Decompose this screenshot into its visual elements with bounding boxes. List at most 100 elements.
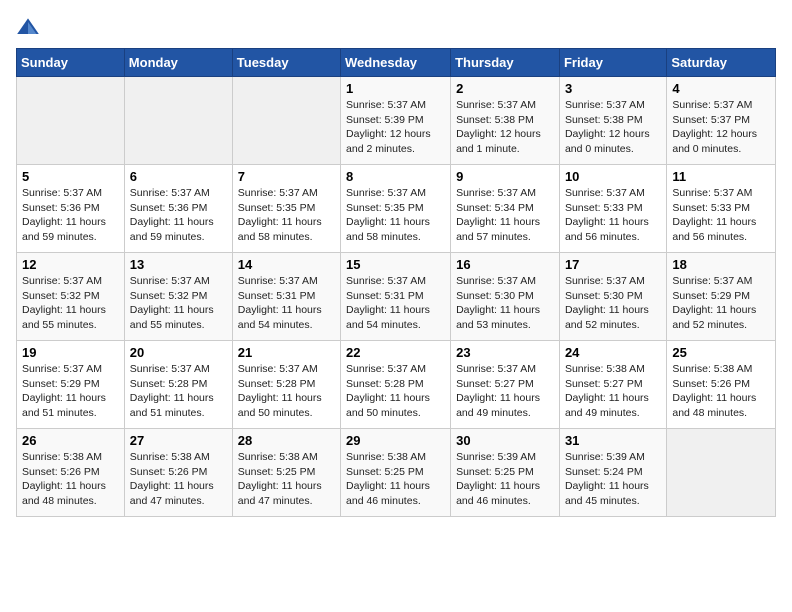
calendar-cell: 13 Sunrise: 5:37 AM Sunset: 5:32 PM Dayli… xyxy=(124,253,232,341)
day-number: 5 xyxy=(22,169,119,184)
day-info: Sunrise: 5:37 AM Sunset: 5:30 PM Dayligh… xyxy=(456,274,554,333)
day-number: 26 xyxy=(22,433,119,448)
day-number: 13 xyxy=(130,257,227,272)
calendar-cell: 14 Sunrise: 5:37 AM Sunset: 5:31 PM Dayli… xyxy=(232,253,340,341)
day-number: 31 xyxy=(565,433,661,448)
day-number: 21 xyxy=(238,345,335,360)
day-info: Sunrise: 5:37 AM Sunset: 5:28 PM Dayligh… xyxy=(130,362,227,421)
calendar-cell: 5 Sunrise: 5:37 AM Sunset: 5:36 PM Daylig… xyxy=(17,165,125,253)
page-header xyxy=(16,16,776,40)
calendar-cell: 19Sunrise: 5:37 AM Sunset: 5:29 PM Dayli… xyxy=(17,341,125,429)
calendar-cell: 4 Sunrise: 5:37 AM Sunset: 5:37 PM Daylig… xyxy=(667,77,776,165)
week-row-3: 12 Sunrise: 5:37 AM Sunset: 5:32 PM Dayli… xyxy=(17,253,776,341)
day-number: 9 xyxy=(456,169,554,184)
calendar-cell: 8 Sunrise: 5:37 AM Sunset: 5:35 PM Daylig… xyxy=(341,165,451,253)
day-number: 3 xyxy=(565,81,661,96)
day-number: 6 xyxy=(130,169,227,184)
day-header-monday: Monday xyxy=(124,49,232,77)
day-info: Sunrise: 5:38 AM Sunset: 5:26 PM Dayligh… xyxy=(130,450,227,509)
week-row-4: 19Sunrise: 5:37 AM Sunset: 5:29 PM Dayli… xyxy=(17,341,776,429)
calendar-cell: 29 Sunrise: 5:38 AM Sunset: 5:25 PM Dayli… xyxy=(341,429,451,517)
calendar-cell: 20 Sunrise: 5:37 AM Sunset: 5:28 PM Dayli… xyxy=(124,341,232,429)
calendar-cell: 25 Sunrise: 5:38 AM Sunset: 5:26 PM Dayli… xyxy=(667,341,776,429)
day-info: Sunrise: 5:37 AM Sunset: 5:32 PM Dayligh… xyxy=(22,274,119,333)
calendar-cell: 23 Sunrise: 5:37 AM Sunset: 5:27 PM Dayli… xyxy=(451,341,560,429)
day-info: Sunrise: 5:37 AM Sunset: 5:31 PM Dayligh… xyxy=(238,274,335,333)
day-number: 7 xyxy=(238,169,335,184)
day-info: Sunrise: 5:37 AM Sunset: 5:28 PM Dayligh… xyxy=(238,362,335,421)
day-info: Sunrise: 5:37 AM Sunset: 5:29 PM Dayligh… xyxy=(672,274,770,333)
calendar-cell: 15 Sunrise: 5:37 AM Sunset: 5:31 PM Dayli… xyxy=(341,253,451,341)
day-number: 1 xyxy=(346,81,445,96)
day-info: Sunrise: 5:37 AM Sunset: 5:38 PM Dayligh… xyxy=(456,98,554,157)
calendar-cell: 22 Sunrise: 5:37 AM Sunset: 5:28 PM Dayli… xyxy=(341,341,451,429)
day-info: Sunrise: 5:37 AM Sunset: 5:35 PM Dayligh… xyxy=(346,186,445,245)
day-info: Sunrise: 5:39 AM Sunset: 5:24 PM Dayligh… xyxy=(565,450,661,509)
day-header-thursday: Thursday xyxy=(451,49,560,77)
day-info: Sunrise: 5:37 AM Sunset: 5:36 PM Dayligh… xyxy=(22,186,119,245)
day-info: Sunrise: 5:38 AM Sunset: 5:25 PM Dayligh… xyxy=(346,450,445,509)
day-info: Sunrise: 5:37 AM Sunset: 5:39 PM Dayligh… xyxy=(346,98,445,157)
day-header-wednesday: Wednesday xyxy=(341,49,451,77)
day-number: 15 xyxy=(346,257,445,272)
day-info: Sunrise: 5:39 AM Sunset: 5:25 PM Dayligh… xyxy=(456,450,554,509)
day-number: 22 xyxy=(346,345,445,360)
calendar-cell: 10Sunrise: 5:37 AM Sunset: 5:33 PM Dayli… xyxy=(559,165,666,253)
calendar-cell xyxy=(124,77,232,165)
day-number: 12 xyxy=(22,257,119,272)
day-number: 23 xyxy=(456,345,554,360)
day-info: Sunrise: 5:37 AM Sunset: 5:29 PM Dayligh… xyxy=(22,362,119,421)
day-info: Sunrise: 5:37 AM Sunset: 5:31 PM Dayligh… xyxy=(346,274,445,333)
day-number: 14 xyxy=(238,257,335,272)
day-number: 11 xyxy=(672,169,770,184)
calendar-cell: 16 Sunrise: 5:37 AM Sunset: 5:30 PM Dayli… xyxy=(451,253,560,341)
day-number: 25 xyxy=(672,345,770,360)
calendar-cell: 18 Sunrise: 5:37 AM Sunset: 5:29 PM Dayli… xyxy=(667,253,776,341)
day-info: Sunrise: 5:37 AM Sunset: 5:35 PM Dayligh… xyxy=(238,186,335,245)
calendar-cell: 6Sunrise: 5:37 AM Sunset: 5:36 PM Daylig… xyxy=(124,165,232,253)
calendar-cell: 7 Sunrise: 5:37 AM Sunset: 5:35 PM Daylig… xyxy=(232,165,340,253)
day-header-sunday: Sunday xyxy=(17,49,125,77)
day-info: Sunrise: 5:37 AM Sunset: 5:34 PM Dayligh… xyxy=(456,186,554,245)
day-header-saturday: Saturday xyxy=(667,49,776,77)
day-number: 20 xyxy=(130,345,227,360)
day-number: 4 xyxy=(672,81,770,96)
day-number: 2 xyxy=(456,81,554,96)
calendar-cell: 27 Sunrise: 5:38 AM Sunset: 5:26 PM Dayli… xyxy=(124,429,232,517)
calendar-cell xyxy=(17,77,125,165)
day-number: 24 xyxy=(565,345,661,360)
day-info: Sunrise: 5:37 AM Sunset: 5:32 PM Dayligh… xyxy=(130,274,227,333)
day-header-friday: Friday xyxy=(559,49,666,77)
day-number: 8 xyxy=(346,169,445,184)
calendar-cell: 21 Sunrise: 5:37 AM Sunset: 5:28 PM Dayli… xyxy=(232,341,340,429)
week-row-1: 1 Sunrise: 5:37 AM Sunset: 5:39 PM Daylig… xyxy=(17,77,776,165)
day-info: Sunrise: 5:38 AM Sunset: 5:26 PM Dayligh… xyxy=(22,450,119,509)
day-number: 27 xyxy=(130,433,227,448)
calendar-cell: 28Sunrise: 5:38 AM Sunset: 5:25 PM Dayli… xyxy=(232,429,340,517)
week-row-5: 26 Sunrise: 5:38 AM Sunset: 5:26 PM Dayli… xyxy=(17,429,776,517)
logo-icon xyxy=(16,16,40,40)
calendar-cell: 2 Sunrise: 5:37 AM Sunset: 5:38 PM Daylig… xyxy=(451,77,560,165)
day-info: Sunrise: 5:37 AM Sunset: 5:28 PM Dayligh… xyxy=(346,362,445,421)
day-info: Sunrise: 5:38 AM Sunset: 5:26 PM Dayligh… xyxy=(672,362,770,421)
day-header-tuesday: Tuesday xyxy=(232,49,340,77)
week-row-2: 5 Sunrise: 5:37 AM Sunset: 5:36 PM Daylig… xyxy=(17,165,776,253)
day-number: 10 xyxy=(565,169,661,184)
logo xyxy=(16,16,44,40)
day-number: 18 xyxy=(672,257,770,272)
calendar-cell xyxy=(232,77,340,165)
calendar-cell xyxy=(667,429,776,517)
day-info: Sunrise: 5:37 AM Sunset: 5:37 PM Dayligh… xyxy=(672,98,770,157)
calendar-cell: 12 Sunrise: 5:37 AM Sunset: 5:32 PM Dayli… xyxy=(17,253,125,341)
day-number: 29 xyxy=(346,433,445,448)
day-number: 30 xyxy=(456,433,554,448)
day-number: 17 xyxy=(565,257,661,272)
calendar-cell: 11Sunrise: 5:37 AM Sunset: 5:33 PM Dayli… xyxy=(667,165,776,253)
calendar-cell: 1 Sunrise: 5:37 AM Sunset: 5:39 PM Daylig… xyxy=(341,77,451,165)
calendar-cell: 24Sunrise: 5:38 AM Sunset: 5:27 PM Dayli… xyxy=(559,341,666,429)
day-number: 16 xyxy=(456,257,554,272)
day-info: Sunrise: 5:37 AM Sunset: 5:27 PM Dayligh… xyxy=(456,362,554,421)
calendar-cell: 31 Sunrise: 5:39 AM Sunset: 5:24 PM Dayli… xyxy=(559,429,666,517)
calendar-cell: 9 Sunrise: 5:37 AM Sunset: 5:34 PM Daylig… xyxy=(451,165,560,253)
day-info: Sunrise: 5:37 AM Sunset: 5:38 PM Dayligh… xyxy=(565,98,661,157)
